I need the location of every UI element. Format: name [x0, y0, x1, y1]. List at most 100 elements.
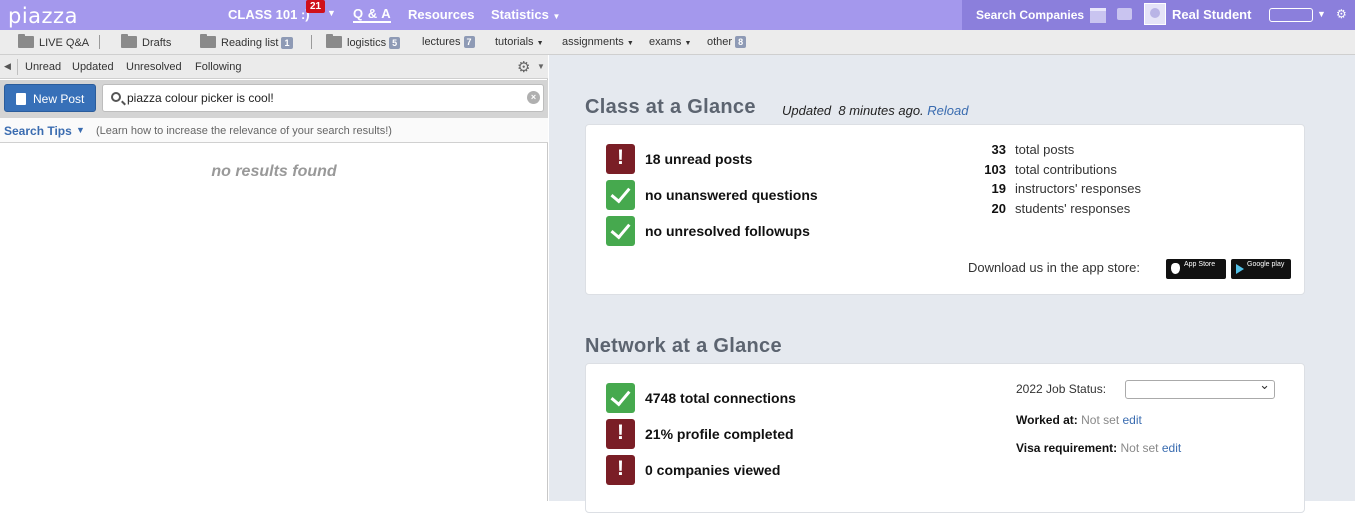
class-stat-text: no unresolved followups [645, 223, 810, 239]
chat-icon[interactable] [1117, 8, 1132, 20]
checkmark-icon [606, 383, 635, 413]
chevron-down-icon[interactable]: ▼ [327, 8, 336, 18]
alert-icon [606, 419, 635, 449]
folder-other[interactable]: other 8 [707, 36, 747, 48]
reload-link[interactable]: Reload [927, 103, 968, 118]
count-value: 103 [984, 162, 1006, 177]
folder-label: logistics [347, 37, 387, 49]
folder-label: other [707, 36, 733, 48]
search-tips-link[interactable]: Search Tips [4, 124, 72, 138]
network-glance-title: Network at a Glance [585, 335, 782, 357]
count-value: 19 [991, 181, 1006, 196]
folder-label: lectures [422, 36, 461, 48]
folder-logistics[interactable]: logistics 5 [326, 34, 401, 49]
checkmark-icon [606, 180, 635, 210]
folder-icon [326, 34, 342, 48]
count-value: 33 [991, 142, 1006, 157]
avatar[interactable] [1144, 3, 1166, 25]
chevron-down-icon: ▼ [626, 40, 634, 47]
folder-divider [99, 35, 100, 49]
folder-bar: LIVE Q&A Drafts Reading list 1 logistics 5… [0, 30, 1355, 55]
folder-count-badge: 1 [281, 37, 293, 49]
edit-visa-link[interactable]: edit [1162, 441, 1181, 455]
user-name[interactable]: Real Student [1172, 7, 1251, 22]
filter-divider [17, 59, 18, 75]
folder-label: assignments [562, 36, 624, 48]
google-play-label: Google play [1247, 261, 1285, 268]
count-value: 20 [991, 201, 1006, 216]
folder-lectures[interactable]: lectures 7 [422, 36, 475, 48]
search-tips-row: Search Tips ▼ (Learn how to increase the… [0, 118, 548, 143]
search-tips-description: (Learn how to increase the relevance of … [96, 125, 392, 137]
updated-label: Updated [782, 103, 832, 118]
folder-icon [200, 34, 216, 48]
piazza-logo[interactable]: piazza [8, 4, 78, 28]
folder-count-badge: 8 [735, 36, 747, 48]
count-row: 33 total posts [971, 142, 1075, 157]
count-row: 20 students' responses [971, 201, 1131, 216]
folder-label: Drafts [142, 37, 172, 49]
count-row: 19 instructors' responses [971, 181, 1142, 196]
gear-icon[interactable]: ⚙ [1336, 7, 1347, 21]
user-menu-box[interactable] [1269, 8, 1313, 22]
nav-qa-tab[interactable]: Q & A [353, 6, 392, 23]
nav-statistics-tab[interactable]: Statistics ▼ [491, 7, 560, 22]
no-results-message: no results found [211, 163, 337, 180]
folder-count-badge: 5 [389, 37, 401, 49]
worked-at-row: Worked at: Not set edit [1016, 413, 1142, 427]
search-query[interactable]: piazza colour picker is cool! [127, 91, 274, 105]
new-post-button[interactable]: New Post [4, 84, 96, 112]
job-status-select[interactable] [1125, 377, 1275, 399]
updated-status: Updated 8 minutes ago. Reload [782, 103, 969, 118]
app-store-badge[interactable]: App Store [1166, 259, 1226, 279]
collapse-arrow-icon[interactable]: ◀ [4, 61, 11, 72]
app-store-label: App Store [1184, 261, 1216, 268]
folder-label: tutorials [495, 36, 534, 48]
clear-icon[interactable]: × [527, 91, 540, 104]
search-row: New Post piazza colour picker is cool! × [0, 80, 548, 118]
folder-label: exams [649, 36, 682, 48]
folder-divider [311, 35, 312, 49]
search-companies-link[interactable]: Search Companies [976, 8, 1084, 22]
edit-worked-at-link[interactable]: edit [1123, 413, 1142, 427]
folder-live-qa[interactable]: LIVE Q&A [18, 34, 90, 49]
chevron-down-icon[interactable]: ▼ [1317, 9, 1326, 19]
folder-reading-list[interactable]: Reading list 1 [200, 34, 293, 49]
folder-label: LIVE Q&A [39, 37, 90, 49]
gear-icon[interactable]: ⚙ [517, 58, 530, 76]
filter-updated[interactable]: Updated [72, 61, 114, 73]
updated-time: 8 minutes ago. [838, 103, 924, 118]
nav-resources-tab[interactable]: Resources [408, 7, 474, 22]
filter-unread[interactable]: Unread [25, 61, 61, 73]
filter-unresolved[interactable]: Unresolved [126, 61, 182, 73]
chevron-down-icon: ▼ [684, 40, 692, 47]
top-nav-bar: piazza CLASS 101 :) 21 ▼ Q & A Resources… [0, 0, 1355, 30]
feed-panel: ◀ Unread Updated Unresolved Following ⚙ … [0, 55, 548, 501]
class-selector[interactable]: CLASS 101 :) [228, 7, 310, 22]
alert-icon [606, 144, 635, 174]
count-row: 103 total contributions [971, 162, 1117, 177]
download-label: Download us in the app store: [968, 260, 1140, 275]
folder-assignments[interactable]: assignments ▼ [562, 36, 634, 48]
network-glance-card: 4748 total connections 21% profile compl… [585, 363, 1305, 513]
filter-following[interactable]: Following [195, 61, 241, 73]
count-label: total contributions [1015, 162, 1117, 177]
chevron-down-icon[interactable]: ▼ [76, 125, 85, 135]
dashboard-panel: Class at a Glance Updated 8 minutes ago.… [549, 55, 1355, 513]
visa-value: Not set [1120, 441, 1159, 455]
document-icon [16, 93, 26, 105]
folder-count-badge: 7 [463, 36, 475, 48]
folder-drafts[interactable]: Drafts [121, 34, 172, 49]
network-stat-text: 0 companies viewed [645, 462, 781, 478]
count-label: students' responses [1015, 201, 1131, 216]
folder-exams[interactable]: exams ▼ [649, 36, 691, 48]
count-label: instructors' responses [1015, 181, 1142, 196]
class-glance-card: 18 unread posts no unanswered questions … [585, 124, 1305, 295]
search-icon [111, 92, 121, 102]
google-play-badge[interactable]: Google play [1231, 259, 1291, 279]
calendar-icon[interactable] [1090, 8, 1106, 23]
folder-label: Reading list [221, 37, 279, 49]
folder-tutorials[interactable]: tutorials ▼ [495, 36, 544, 48]
chevron-down-icon[interactable]: ▼ [537, 62, 545, 71]
search-input[interactable]: piazza colour picker is cool! × [102, 84, 544, 112]
